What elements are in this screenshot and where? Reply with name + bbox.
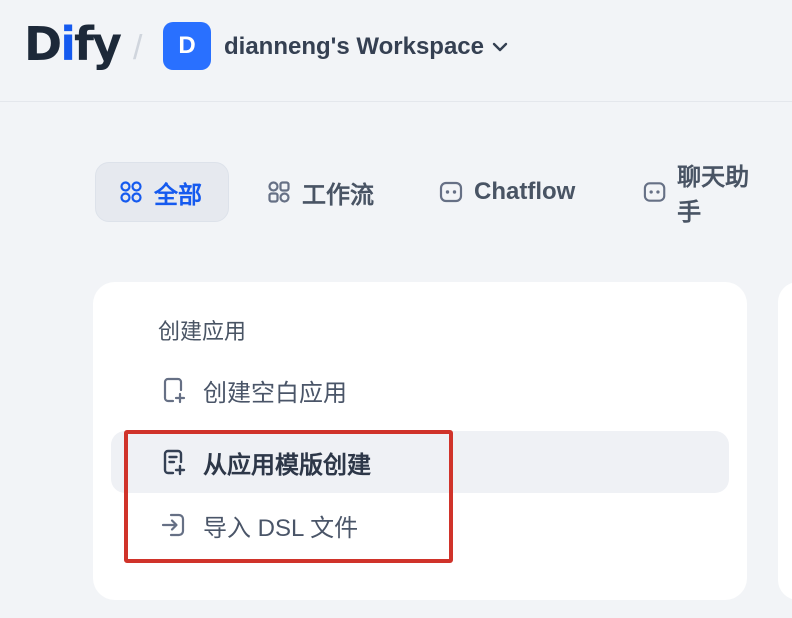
tab-all[interactable]: 全部 <box>95 162 229 222</box>
chat-assistant-icon <box>643 182 666 202</box>
file-template-icon <box>163 449 186 476</box>
import-dsl-button[interactable]: 导入 DSL 文件 <box>111 494 729 556</box>
create-blank-app-button[interactable]: 创建空白应用 <box>111 359 729 421</box>
tab-label: Chatflow <box>474 178 576 205</box>
tab-chat-assistant[interactable]: 聊天助手 <box>620 162 792 226</box>
menu-item-label: 从应用模版创建 <box>203 451 371 479</box>
menu-item-label: 导入 DSL 文件 <box>203 514 359 542</box>
import-icon <box>161 513 185 537</box>
dify-logo[interactable]: Dify <box>24 14 122 74</box>
logo-text-fy: fy <box>73 17 122 71</box>
tab-workflow[interactable]: 工作流 <box>244 162 396 222</box>
tab-label: 聊天助手 <box>677 164 750 226</box>
chatflow-icon <box>439 181 463 203</box>
create-from-template-button[interactable]: 从应用模版创建 <box>111 431 729 493</box>
workspace-switcher[interactable]: dianneng's Workspace <box>224 30 510 64</box>
logo-text-d: D <box>24 17 62 71</box>
workspace-avatar[interactable]: D <box>163 22 211 70</box>
tab-label: 全部 <box>154 181 202 209</box>
file-plus-icon <box>163 377 186 404</box>
tab-label: 工作流 <box>302 181 374 209</box>
menu-item-label: 创建空白应用 <box>203 379 347 407</box>
logo-text-i: i <box>60 17 76 71</box>
breadcrumb-separator: / <box>133 29 143 67</box>
workflow-icon <box>268 181 290 203</box>
card-title: 创建应用 <box>158 319 247 344</box>
create-app-card: 创建应用 创建空白应用 从应用模版创建 导入 DSL 文件 <box>93 282 747 600</box>
workspace-name: dianneng's Workspace <box>224 33 485 60</box>
tab-chatflow[interactable]: Chatflow <box>416 162 597 222</box>
top-header: Dify / D dianneng's Workspace <box>0 0 792 102</box>
chevron-down-icon <box>492 42 508 52</box>
grid-icon <box>120 181 142 203</box>
app-card-partial[interactable] <box>778 282 792 600</box>
